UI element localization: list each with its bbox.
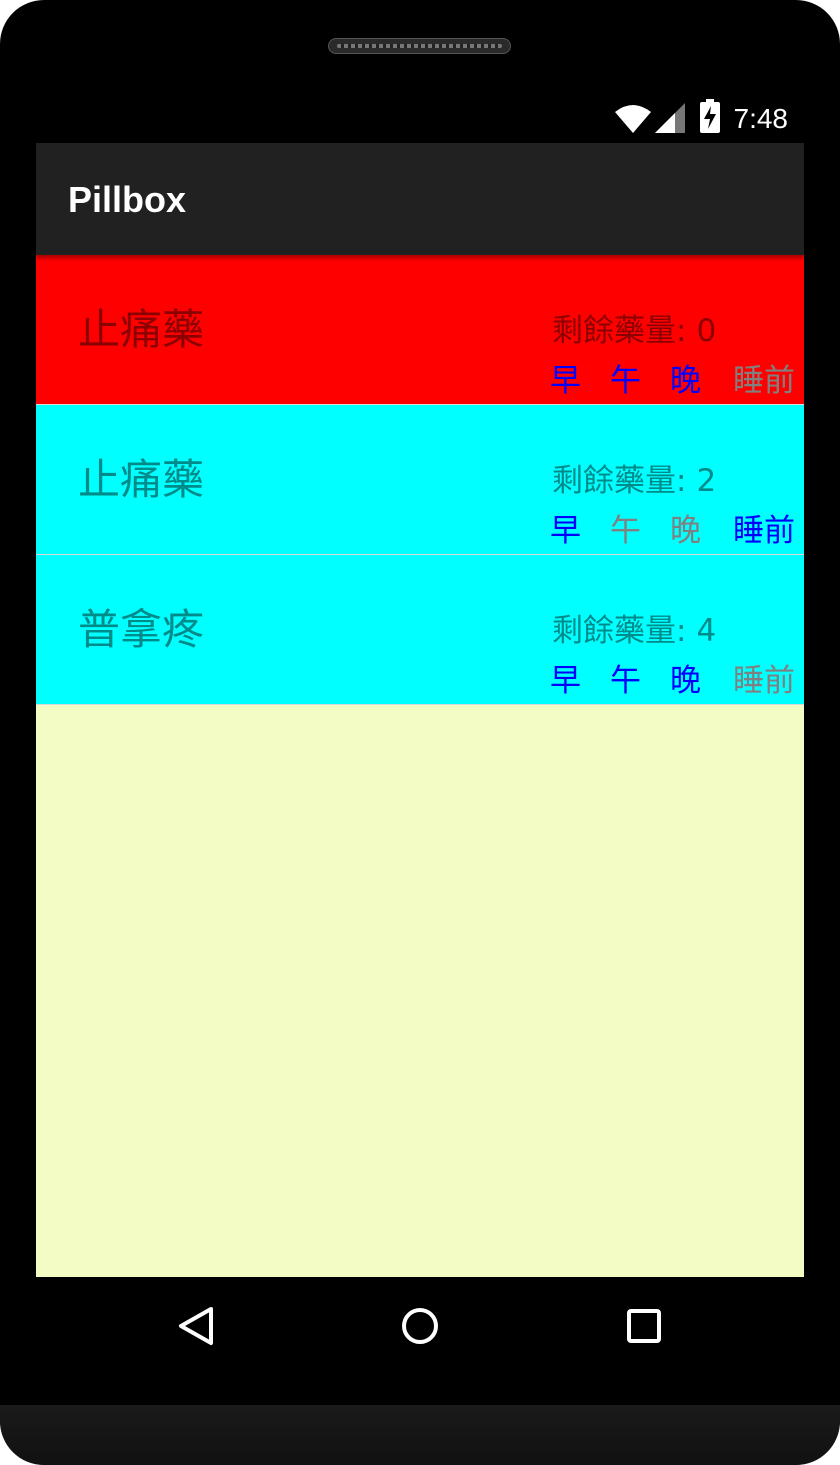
clock-time: 7:48 xyxy=(733,103,789,134)
back-icon[interactable] xyxy=(169,1301,225,1351)
speaker-grille xyxy=(328,38,511,54)
dose-times: 早午晚睡前 xyxy=(550,361,795,401)
time-noon: 午 xyxy=(610,663,641,699)
home-icon[interactable] xyxy=(392,1301,448,1351)
time-bedtime: 睡前 xyxy=(733,513,795,549)
dose-times: 早午晚睡前 xyxy=(550,661,795,701)
remaining-count: 0 xyxy=(696,313,717,349)
remaining-count: 4 xyxy=(696,613,717,649)
time-evening: 晚 xyxy=(670,513,701,549)
remaining-label: 剩餘藥量: xyxy=(552,463,687,499)
recents-icon[interactable] xyxy=(616,1301,672,1351)
cell-signal-icon xyxy=(655,103,685,133)
pill-row[interactable]: 止痛藥 剩餘藥量: 2 早午晚睡前 xyxy=(36,405,804,555)
remaining-count: 2 xyxy=(696,463,717,499)
app-title: Pillbox xyxy=(68,179,187,220)
pill-list: 止痛藥 剩餘藥量: 0 早午晚睡前 止痛藥 剩餘藥量: 2 早午晚睡前 普拿疼 剩餘… xyxy=(36,255,804,1277)
phone-chin xyxy=(0,1405,840,1465)
battery-charging-icon xyxy=(700,99,720,133)
pill-row[interactable]: 止痛藥 剩餘藥量: 0 早午晚睡前 xyxy=(36,255,804,405)
time-bedtime: 睡前 xyxy=(733,663,795,699)
wifi-icon xyxy=(615,105,651,133)
dose-times: 早午晚睡前 xyxy=(550,511,795,551)
time-morning: 早 xyxy=(550,513,581,549)
pill-name: 止痛藥 xyxy=(78,305,205,354)
time-evening: 晚 xyxy=(670,663,701,699)
remaining-amount: 剩餘藥量: 4 xyxy=(552,611,716,651)
time-noon: 午 xyxy=(610,513,641,549)
pill-name: 止痛藥 xyxy=(78,455,205,504)
navigation-bar xyxy=(36,1277,804,1373)
remaining-amount: 剩餘藥量: 0 xyxy=(552,311,716,351)
time-morning: 早 xyxy=(550,363,581,399)
time-morning: 早 xyxy=(550,663,581,699)
phone-frame: 7:48 Pillbox 止痛藥 剩餘藥量: 0 早午晚睡前 止痛藥 剩餘藥量: 2… xyxy=(0,0,840,1465)
pill-name: 普拿疼 xyxy=(78,605,205,654)
app-bar: Pillbox xyxy=(36,143,804,255)
remaining-label: 剩餘藥量: xyxy=(552,613,687,649)
time-noon: 午 xyxy=(610,363,641,399)
remaining-amount: 剩餘藥量: 2 xyxy=(552,461,716,501)
pill-row[interactable]: 普拿疼 剩餘藥量: 4 早午晚睡前 xyxy=(36,555,804,705)
remaining-label: 剩餘藥量: xyxy=(552,313,687,349)
status-bar: 7:48 xyxy=(36,95,804,143)
time-bedtime: 睡前 xyxy=(733,363,795,399)
time-evening: 晚 xyxy=(670,363,701,399)
